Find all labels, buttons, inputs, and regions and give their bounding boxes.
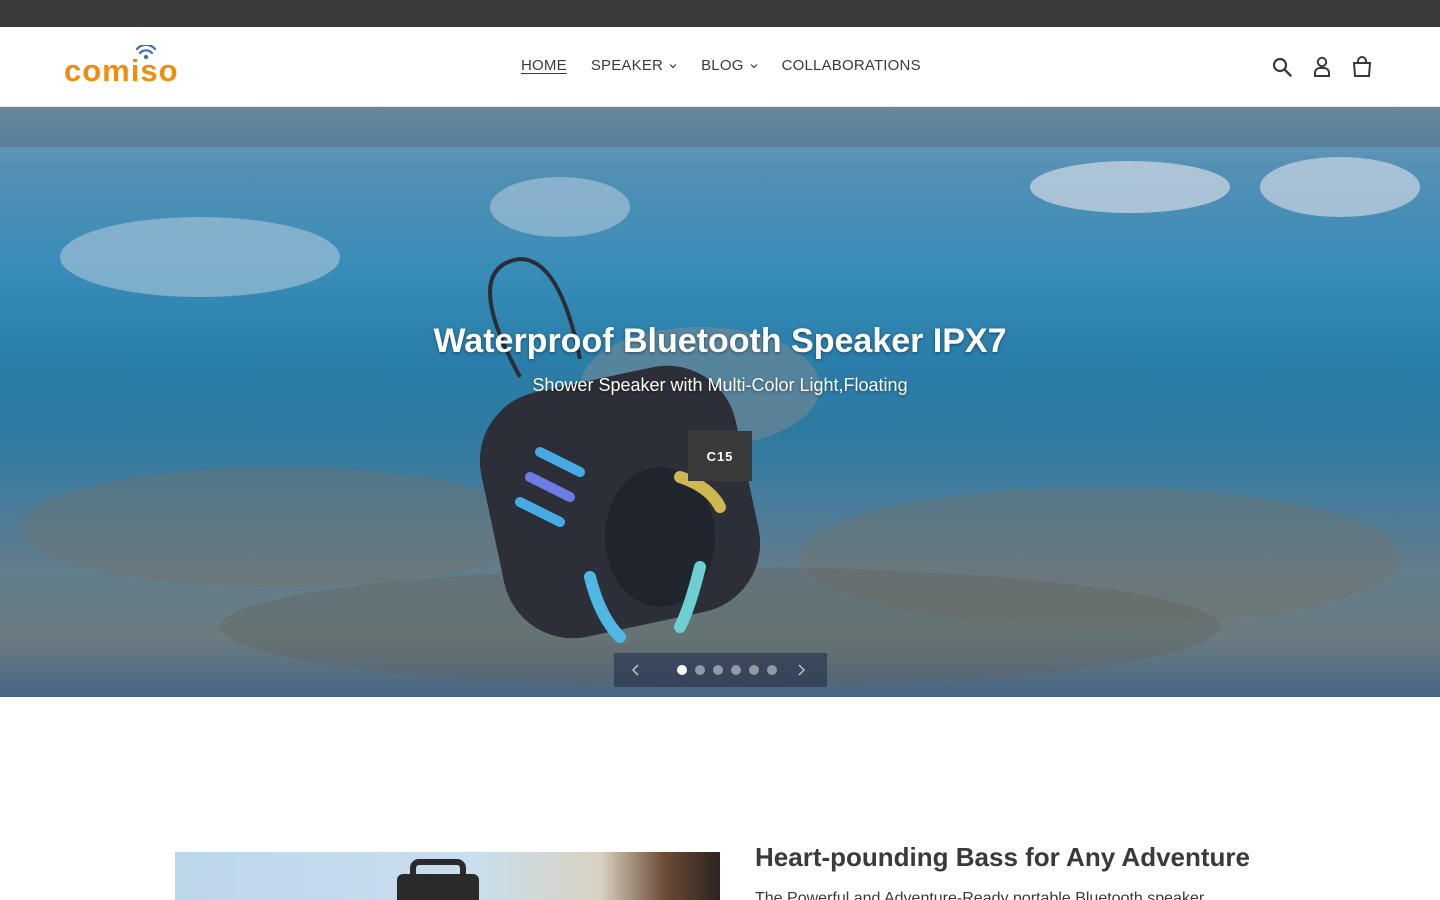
nav-item-collaborations[interactable]: COLLABORATIONS bbox=[770, 56, 933, 76]
slider-dot[interactable] bbox=[730, 665, 741, 675]
account-icon[interactable] bbox=[1308, 55, 1336, 79]
nav-item-blog[interactable]: BLOG bbox=[689, 56, 769, 76]
feature-image bbox=[175, 852, 720, 900]
svg-text:comiso: comiso bbox=[64, 53, 179, 88]
nav-item-collaborations-label: COLLABORATIONS bbox=[781, 57, 921, 74]
slider-dot[interactable] bbox=[712, 665, 723, 675]
nav-item-speaker[interactable]: SPEAKER bbox=[579, 56, 689, 76]
announcement-bar bbox=[0, 0, 1440, 27]
search-icon[interactable] bbox=[1268, 55, 1296, 79]
hero-slideshow: Waterproof Bluetooth Speaker IPX7 Shower… bbox=[0, 107, 1440, 697]
slider-dots bbox=[676, 665, 777, 675]
chevron-down-icon bbox=[750, 64, 757, 69]
slider-controls bbox=[614, 653, 827, 687]
hero-subtitle: Shower Speaker with Multi-Color Light,Fl… bbox=[532, 375, 908, 395]
nav-item-blog-label: BLOG bbox=[701, 57, 744, 74]
slider-dot[interactable] bbox=[766, 665, 777, 675]
nav-item-home-label: HOME bbox=[521, 57, 567, 74]
main-nav: HOME SPEAKER BLOG COLLABORATIONS bbox=[509, 56, 933, 76]
cart-icon[interactable] bbox=[1348, 55, 1376, 79]
slider-dot[interactable] bbox=[748, 665, 759, 675]
hero-overlay bbox=[0, 107, 1440, 697]
site-header: comiso HOME SPEAKER BLOG COLLABORATIONS bbox=[0, 27, 1440, 107]
chevron-down-icon bbox=[669, 64, 677, 69]
header-actions bbox=[1268, 55, 1388, 79]
hero-cta-button[interactable]: C15 bbox=[688, 431, 752, 481]
nav-item-speaker-label: SPEAKER bbox=[590, 57, 664, 74]
brand-logo[interactable]: comiso bbox=[64, 45, 196, 89]
chevron-left-icon[interactable] bbox=[628, 662, 644, 678]
feature-heading: Heart-pounding Bass for Any Adventure bbox=[755, 842, 1251, 872]
chevron-right-icon[interactable] bbox=[793, 662, 809, 678]
slider-dot[interactable] bbox=[694, 665, 705, 675]
slider-dot[interactable] bbox=[676, 665, 687, 675]
hero-title: Waterproof Bluetooth Speaker IPX7 bbox=[433, 322, 1007, 360]
feature-text: The Powerful and Adventure-Ready portabl… bbox=[755, 890, 1205, 900]
nav-item-home[interactable]: HOME bbox=[509, 56, 579, 76]
